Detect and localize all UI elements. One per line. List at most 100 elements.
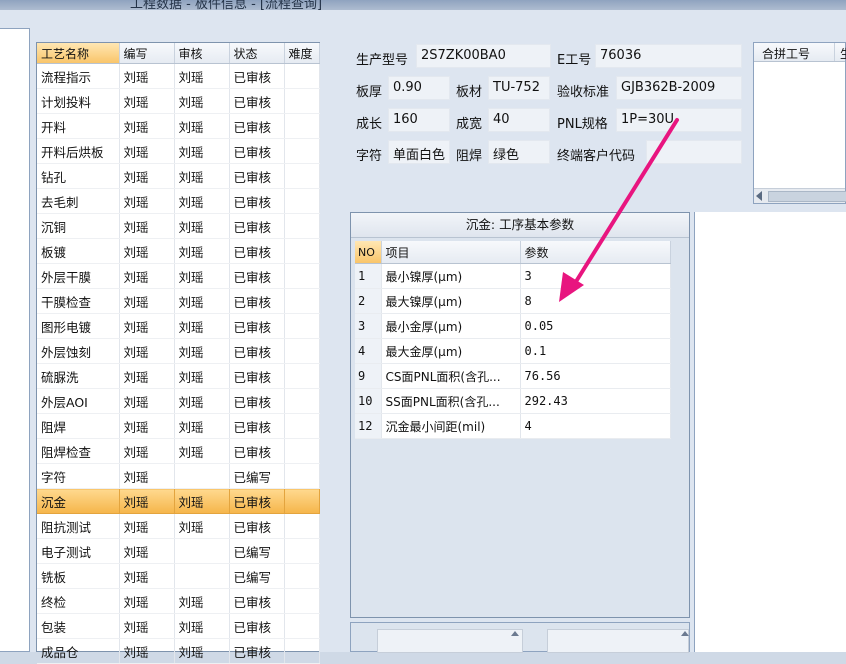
material-field[interactable]: TU-752	[488, 76, 550, 100]
process-row[interactable]: 图形电镀 刘瑶 刘瑶 已审核	[37, 313, 320, 339]
process-cell[interactable]: 刘瑶	[174, 363, 230, 389]
chevron-up-icon[interactable]	[511, 631, 519, 636]
param-name-cell[interactable]: 沉金最小间距(mil)	[381, 413, 521, 439]
process-cell[interactable]	[284, 63, 320, 89]
process-cell[interactable]: 已审核	[229, 238, 285, 264]
process-cell[interactable]: 已审核	[229, 488, 285, 514]
process-cell[interactable]: 刘瑶	[119, 338, 175, 364]
column-header[interactable]: 项目	[381, 241, 521, 264]
process-cell[interactable]: 刘瑶	[174, 413, 230, 439]
customer-field[interactable]	[646, 140, 742, 164]
process-cell[interactable]: 已审核	[229, 613, 285, 639]
process-row[interactable]: 硫脲洗 刘瑶 刘瑶 已审核	[37, 363, 320, 389]
process-row[interactable]: 阻焊检查 刘瑶 刘瑶 已审核	[37, 438, 320, 464]
process-cell[interactable]: 阻焊	[37, 413, 120, 439]
process-row[interactable]: 铣板 刘瑶 已编写	[37, 563, 320, 589]
process-cell[interactable]: 流程指示	[37, 63, 120, 89]
process-cell[interactable]: 已审核	[229, 513, 285, 539]
thickness-field[interactable]: 0.90	[388, 76, 450, 100]
process-cell[interactable]: 已审核	[229, 263, 285, 289]
process-cell[interactable]: 刘瑶	[119, 588, 175, 614]
process-cell[interactable]: 刘瑶	[119, 263, 175, 289]
process-cell[interactable]	[284, 213, 320, 239]
process-cell[interactable]: 已编写	[229, 463, 285, 489]
process-cell[interactable]: 刘瑶	[119, 63, 175, 89]
process-row[interactable]: 干膜检查 刘瑶 刘瑶 已审核	[37, 288, 320, 314]
process-cell[interactable]: 已审核	[229, 413, 285, 439]
process-cell[interactable]: 刘瑶	[119, 563, 175, 589]
chevron-up-icon[interactable]	[681, 631, 689, 636]
process-cell[interactable]: 刘瑶	[119, 463, 175, 489]
process-cell[interactable]	[174, 538, 230, 564]
param-value-cell[interactable]: 8	[520, 288, 671, 314]
column-header[interactable]: 工艺名称	[37, 43, 120, 64]
process-cell[interactable]: 铣板	[37, 563, 120, 589]
process-row[interactable]: 包装 刘瑶 刘瑶 已审核	[37, 613, 320, 639]
process-cell[interactable]	[284, 513, 320, 539]
process-cell[interactable]: 刘瑶	[119, 438, 175, 464]
process-row[interactable]: 阻焊 刘瑶 刘瑶 已审核	[37, 413, 320, 439]
process-cell[interactable]: 刘瑶	[174, 113, 230, 139]
process-row[interactable]: 开料后烘板 刘瑶 刘瑶 已审核	[37, 138, 320, 164]
process-cell[interactable]: 刘瑶	[174, 338, 230, 364]
process-row[interactable]: 去毛刺 刘瑶 刘瑶 已审核	[37, 188, 320, 214]
process-cell[interactable]: 刘瑶	[119, 363, 175, 389]
bottom-field-2[interactable]	[547, 629, 689, 653]
process-cell[interactable]: 刘瑶	[119, 113, 175, 139]
process-row[interactable]: 终检 刘瑶 刘瑶 已审核	[37, 588, 320, 614]
process-cell[interactable]	[284, 538, 320, 564]
param-no-cell[interactable]: 3	[355, 313, 382, 339]
process-cell[interactable]: 已审核	[229, 113, 285, 139]
process-cell[interactable]: 板镀	[37, 238, 120, 264]
bottom-field-1[interactable]	[377, 629, 523, 653]
process-cell[interactable]: 刘瑶	[174, 138, 230, 164]
param-row[interactable]: 9 CS面PNL面积(含孔... 76.56	[355, 363, 671, 389]
param-row[interactable]: 12 沉金最小间距(mil) 4	[355, 413, 671, 439]
process-cell[interactable]	[284, 413, 320, 439]
param-value-cell[interactable]: 3	[520, 263, 671, 289]
column-header[interactable]: 难度	[284, 43, 320, 64]
process-cell[interactable]: 刘瑶	[119, 613, 175, 639]
merge-header-label[interactable]: 合拼工号	[762, 45, 810, 62]
process-cell[interactable]: 已审核	[229, 138, 285, 164]
process-cell[interactable]: 刘瑶	[174, 63, 230, 89]
param-value-cell[interactable]: 292.43	[520, 388, 671, 414]
column-header[interactable]: 审核	[174, 43, 230, 64]
process-cell[interactable]: 刘瑶	[119, 638, 175, 664]
process-cell[interactable]	[174, 463, 230, 489]
length-field[interactable]: 160	[388, 108, 450, 132]
process-cell[interactable]: 刘瑶	[119, 188, 175, 214]
process-cell[interactable]: 刘瑶	[119, 538, 175, 564]
process-cell[interactable]	[284, 163, 320, 189]
width-field[interactable]: 40	[488, 108, 550, 132]
horizontal-scrollbar[interactable]	[754, 188, 846, 203]
process-cell[interactable]	[284, 313, 320, 339]
process-cell[interactable]: 刘瑶	[119, 413, 175, 439]
process-cell[interactable]	[284, 263, 320, 289]
param-value-cell[interactable]: 0.1	[520, 338, 671, 364]
merge-header-label-2[interactable]: 生	[840, 45, 846, 62]
process-row[interactable]: 外层蚀刻 刘瑶 刘瑶 已审核	[37, 338, 320, 364]
param-row[interactable]: 1 最小镍厚(μm) 3	[355, 263, 671, 289]
process-cell[interactable]: 刘瑶	[174, 188, 230, 214]
process-cell[interactable]: 已审核	[229, 388, 285, 414]
process-cell[interactable]: 刘瑶	[174, 88, 230, 114]
process-cell[interactable]: 刘瑶	[174, 388, 230, 414]
process-cell[interactable]: 刘瑶	[174, 613, 230, 639]
process-cell[interactable]: 外层蚀刻	[37, 338, 120, 364]
process-cell[interactable]: 刘瑶	[119, 163, 175, 189]
param-no-cell[interactable]: 9	[355, 363, 382, 389]
process-cell[interactable]: 刘瑶	[174, 163, 230, 189]
process-cell[interactable]: 已审核	[229, 213, 285, 239]
process-cell[interactable]: 阻抗测试	[37, 513, 120, 539]
process-cell[interactable]	[284, 113, 320, 139]
param-name-cell[interactable]: 最大镍厚(μm)	[381, 288, 521, 314]
process-cell[interactable]: 钻孔	[37, 163, 120, 189]
param-value-cell[interactable]: 0.05	[520, 313, 671, 339]
process-cell[interactable]	[284, 488, 320, 514]
process-cell[interactable]: 刘瑶	[174, 488, 230, 514]
process-row[interactable]: 外层AOI 刘瑶 刘瑶 已审核	[37, 388, 320, 414]
process-cell[interactable]: 沉金	[37, 488, 120, 514]
process-cell[interactable]: 已审核	[229, 588, 285, 614]
process-cell[interactable]: 包装	[37, 613, 120, 639]
